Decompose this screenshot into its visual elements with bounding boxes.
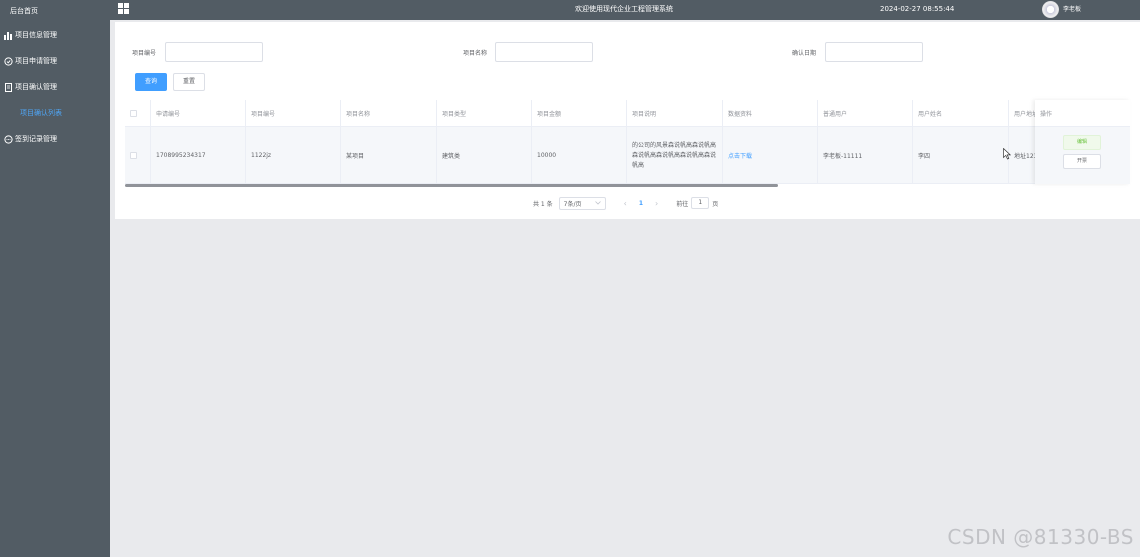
col-user: 普通用户: [817, 100, 912, 127]
col-project-type: 项目类型: [436, 100, 531, 127]
sidebar-item-project-apply[interactable]: 项目申请管理: [0, 48, 110, 74]
confirm-date-label: 确认日期: [792, 50, 817, 57]
cell-project-no: 1122jz: [245, 127, 340, 184]
actions-column: 操作 编辑 开票: [1035, 100, 1130, 184]
sidebar-item-project-confirm[interactable]: 项目确认管理: [0, 74, 110, 100]
pagination: 共 1 条 7条/页 ‹ 1 › 前往 1 页: [533, 196, 718, 210]
sidebar-item-project-info[interactable]: 项目信息管理: [0, 22, 110, 48]
cell-project-name: 某项目: [340, 127, 436, 184]
cell-description: 的公司的风景森说帆高森说帆高森说帆高森说帆高森说帆高森说帆高: [626, 127, 722, 184]
cell-user-name: 李四: [912, 127, 1008, 184]
cell-data: 点击下载: [722, 127, 817, 184]
sidebar-item-label: 项目信息管理: [15, 31, 57, 39]
page-unit-label: 页: [712, 200, 719, 208]
col-project-name: 项目名称: [340, 100, 436, 127]
next-page-icon[interactable]: ›: [655, 199, 658, 208]
grid-menu-icon[interactable]: [118, 3, 129, 14]
page-number[interactable]: 1: [639, 200, 643, 207]
download-link[interactable]: 点击下载: [728, 151, 752, 160]
sidebar-item-label: 项目确认管理: [15, 83, 57, 91]
reset-button[interactable]: 重置: [173, 73, 205, 91]
select-all-cell: [125, 100, 150, 127]
cell-apply-no: 1708995234317: [150, 127, 245, 184]
row-select-cell: [125, 127, 150, 184]
pagination-total: 共 1 条: [533, 200, 553, 208]
search-row: 项目编号 项目名称 确认日期: [115, 42, 1140, 62]
table-row[interactable]: 1708995234317 1122jz 某项目 建筑类 10000 的公司的风…: [125, 127, 1130, 184]
cell-project-type: 建筑类: [436, 127, 531, 184]
sidebar-home[interactable]: 后台首页: [0, 0, 110, 22]
select-all-checkbox[interactable]: [130, 110, 137, 117]
table-header: 申请编号 项目编号 项目名称 项目类型 项目金额 项目说明 数据资料 普通用户 …: [125, 100, 1130, 127]
sidebar-subitem-confirm-list[interactable]: 项目确认列表: [0, 100, 110, 126]
horizontal-scrollbar[interactable]: [125, 184, 778, 187]
goto-input[interactable]: 1: [691, 197, 710, 209]
data-table: 申请编号 项目编号 项目名称 项目类型 项目金额 项目说明 数据资料 普通用户 …: [125, 100, 1130, 188]
top-header: 欢迎使用现代企业工程管理系统 2024-02-27 08:55:44 李老板: [110, 0, 1140, 20]
chat-icon: [4, 134, 13, 144]
edit-button[interactable]: 编辑: [1063, 135, 1101, 150]
col-actions: 操作: [1035, 100, 1130, 127]
page-size-select[interactable]: 7条/页: [558, 196, 606, 210]
confirm-date-input[interactable]: [825, 42, 923, 62]
cell-user: 李老板-11111: [817, 127, 912, 184]
sidebar: 后台首页 项目信息管理 项目申请管理 项目确认管理 项目确认列表 签到记录管理: [0, 0, 110, 557]
prev-page-icon[interactable]: ‹: [624, 199, 627, 208]
chevron-down-icon: [594, 200, 601, 207]
col-data: 数据资料: [722, 100, 817, 127]
page-size-value: 7条/页: [563, 200, 582, 208]
col-apply-no: 申请编号: [150, 100, 245, 127]
invoice-button[interactable]: 开票: [1063, 154, 1101, 169]
col-amount: 项目金额: [531, 100, 626, 127]
cell-amount: 10000: [531, 127, 626, 184]
goto-label: 前往: [676, 200, 689, 208]
bar-chart-icon: [4, 31, 13, 40]
watermark: CSDN @81330-BS: [947, 525, 1134, 549]
header-datetime: 2024-02-27 08:55:44: [880, 5, 955, 13]
col-user-name: 用户姓名: [912, 100, 1008, 127]
header-username[interactable]: 李老板: [1063, 3, 1081, 17]
col-project-no: 项目编号: [245, 100, 340, 127]
query-button[interactable]: 查询: [135, 73, 167, 91]
project-name-label: 项目名称: [463, 50, 488, 57]
document-icon: [4, 82, 13, 92]
header-title: 欢迎使用现代企业工程管理系统: [575, 5, 673, 13]
sidebar-item-signin-records[interactable]: 签到记录管理: [0, 126, 110, 152]
col-description: 项目说明: [626, 100, 722, 127]
project-no-input[interactable]: [165, 42, 263, 62]
main-card: 项目编号 项目名称 确认日期 查询 重置 申请编号 项目编号 项目名称 项目类型…: [115, 22, 1140, 219]
row-checkbox[interactable]: [130, 152, 137, 159]
project-name-input[interactable]: [495, 42, 593, 62]
circle-check-icon: [4, 56, 13, 66]
project-no-label: 项目编号: [132, 50, 157, 57]
avatar[interactable]: [1042, 1, 1059, 18]
actions-cell: 编辑 开票: [1035, 127, 1130, 184]
sidebar-item-label: 项目申请管理: [15, 57, 57, 65]
sidebar-item-label: 签到记录管理: [15, 135, 57, 143]
mouse-cursor-icon: [1003, 147, 1012, 160]
